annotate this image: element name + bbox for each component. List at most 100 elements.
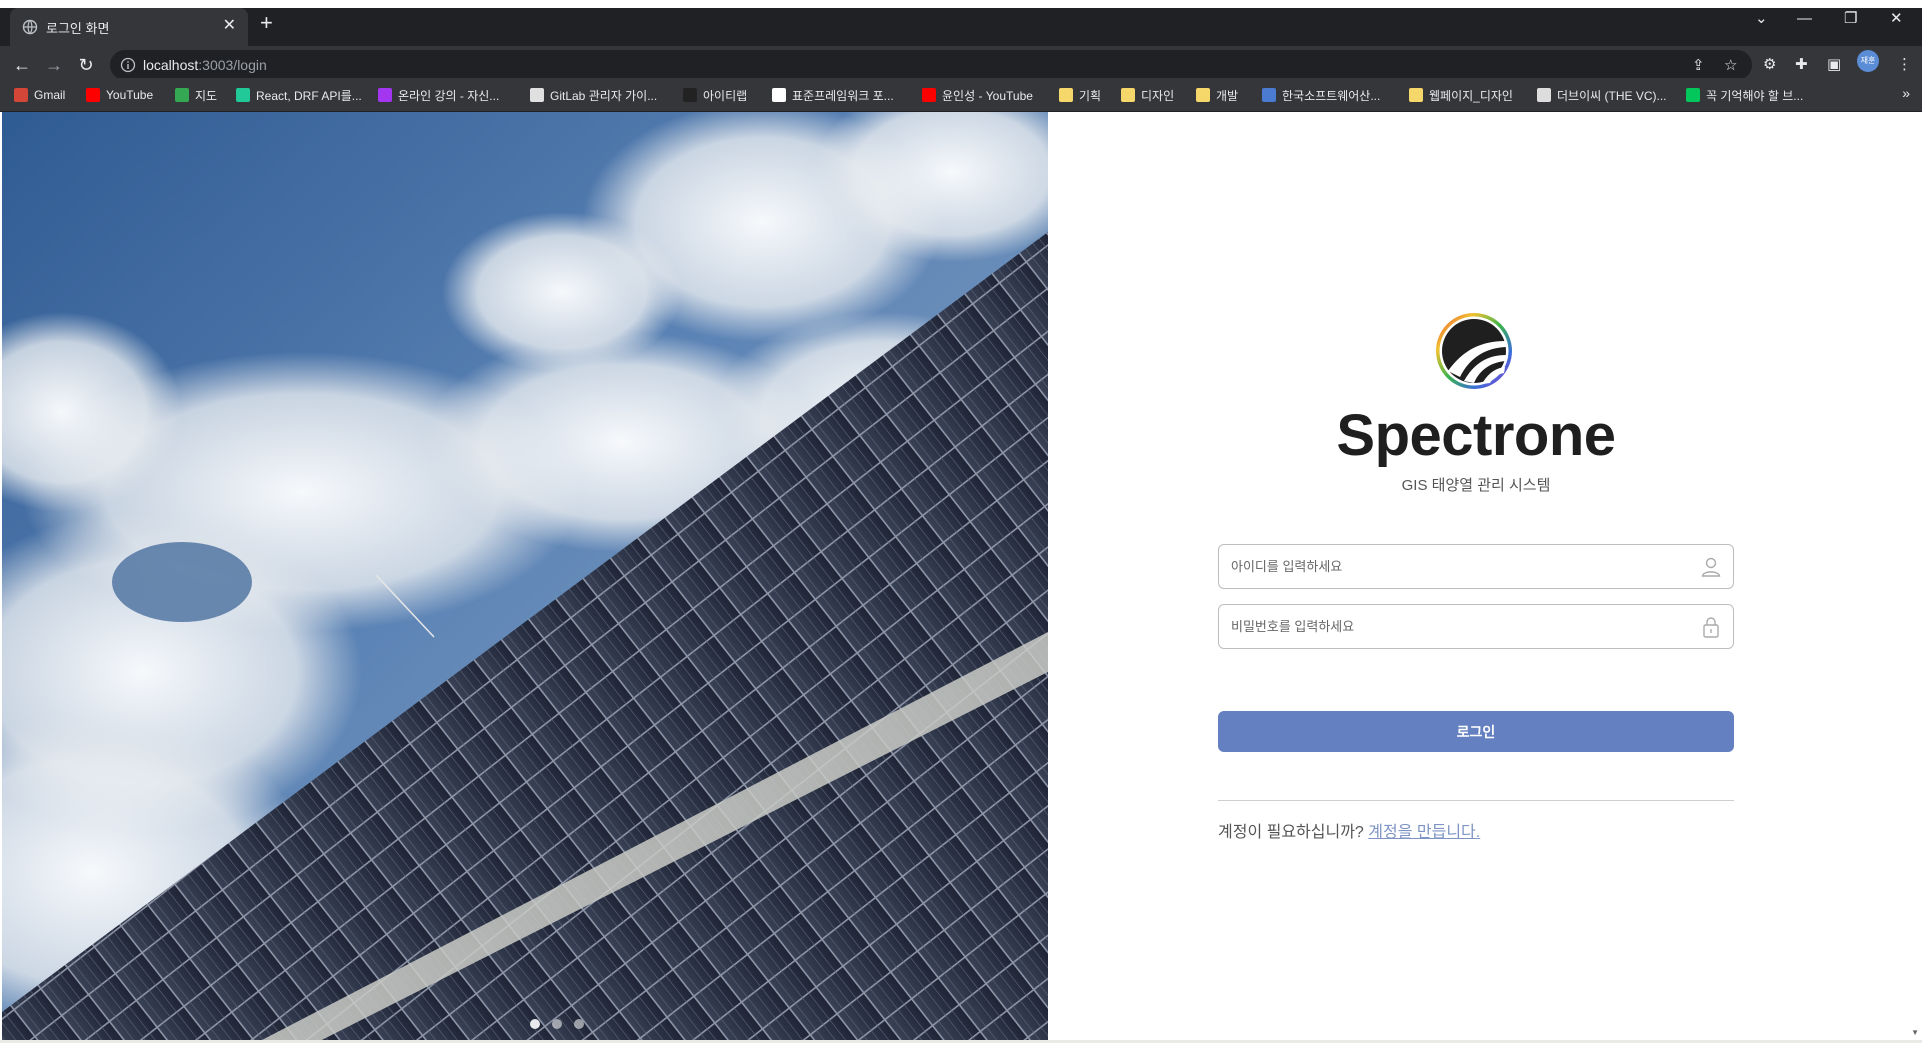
extensions-puzzle-icon[interactable]: ✚ — [1795, 56, 1808, 74]
bookmark-item[interactable]: 지도 — [175, 87, 217, 103]
side-panel-icon[interactable]: ▣ — [1827, 56, 1841, 74]
bookmark-item[interactable]: 웹페이지_디자인 — [1409, 87, 1513, 103]
tab-title: 로그인 화면 — [46, 21, 110, 36]
bookmark-item[interactable]: 꼭 기억해야 할 브... — [1686, 87, 1803, 103]
bookmark-label: 표준프레임워크 포... — [792, 88, 894, 103]
brand-subtitle: GIS 태양열 관리 시스템 — [1401, 477, 1551, 494]
tab-strip: 로그인 화면 ✕ + ⌄ — ❐ ✕ — [0, 0, 1922, 46]
bookmarks-more-icon[interactable]: » — [1902, 85, 1910, 101]
bookmark-label: 더브이씨 (THE VC)... — [1557, 88, 1667, 103]
bookmark-label: 디자인 — [1141, 88, 1175, 103]
bookmark-item[interactable]: 아이티랩 — [683, 87, 747, 103]
carousel-dot[interactable] — [552, 1019, 562, 1029]
password-field[interactable] — [1218, 604, 1734, 649]
bookmark-label: 기획 — [1079, 88, 1102, 103]
login-button[interactable]: 로그인 — [1218, 711, 1734, 752]
tab-close-icon[interactable]: ✕ — [223, 16, 236, 36]
hero-image-solar-panels — [2, 112, 1048, 1040]
carousel-dots — [530, 1019, 584, 1029]
password-input[interactable] — [1219, 605, 1679, 648]
velog-icon — [236, 88, 250, 102]
itlab-icon — [683, 88, 697, 102]
signup-prompt: 계정이 필요하십니까? 계정을 만듭니다. — [1218, 818, 1480, 842]
minimize-icon[interactable]: — — [1797, 10, 1812, 28]
address-bar[interactable]: localhost:3003/login ⇪ ☆ — [110, 50, 1752, 80]
carousel-dot[interactable] — [530, 1019, 540, 1029]
naver-icon — [1686, 88, 1700, 102]
youtube-icon — [922, 88, 936, 102]
tab-search-icon[interactable]: ⌄ — [1755, 10, 1768, 28]
share-icon[interactable]: ⇪ — [1692, 56, 1705, 74]
menu-kebab-icon[interactable]: ⋮ — [1897, 56, 1912, 74]
bookmark-label: 웹페이지_디자인 — [1429, 88, 1513, 103]
bookmark-item[interactable]: 개발 — [1196, 87, 1238, 103]
bookmark-label: GitLab 관리자 가이... — [550, 88, 658, 103]
bookmark-label: 한국소프트웨어산... — [1282, 88, 1381, 103]
bookmark-label: 온라인 강의 - 자신... — [398, 88, 500, 103]
bookmark-label: React, DRF API를... — [256, 88, 362, 103]
back-icon[interactable]: ← — [12, 55, 32, 75]
bookmark-item[interactable]: 윤인성 - YouTube — [922, 87, 1033, 103]
bookmark-item[interactable]: 더브이씨 (THE VC)... — [1537, 87, 1667, 103]
login-page: Spectrone GIS 태양열 관리 시스템 로그인 — [0, 112, 1922, 1043]
page-scrollbar[interactable]: ▼ — [1908, 112, 1922, 1043]
carousel-dot[interactable] — [574, 1019, 584, 1029]
login-form: Spectrone GIS 태양열 관리 시스템 로그인 — [1218, 112, 1734, 1040]
bookmark-label: 꼭 기억해야 할 브... — [1706, 88, 1804, 103]
folder-icon — [1059, 88, 1073, 102]
brand-title: Spectrone — [1336, 403, 1616, 468]
kosa-icon — [1262, 88, 1276, 102]
scroll-down-arrow-icon[interactable]: ▼ — [1911, 1028, 1919, 1037]
url-text: localhost:3003/login — [143, 57, 267, 73]
bookmark-star-icon[interactable]: ☆ — [1724, 56, 1737, 74]
page-icon — [530, 88, 544, 102]
bookmark-item[interactable]: 디자인 — [1121, 87, 1174, 103]
folder-icon — [1409, 88, 1423, 102]
username-input[interactable] — [1219, 545, 1679, 588]
spectrone-logo-icon — [1436, 313, 1512, 389]
username-field[interactable] — [1218, 544, 1734, 589]
restore-icon[interactable]: ❐ — [1844, 10, 1857, 28]
profile-avatar[interactable]: 재훈 — [1857, 50, 1879, 72]
egov-icon — [772, 88, 786, 102]
bookmark-item[interactable]: GitLab 관리자 가이... — [530, 87, 657, 103]
tab-login[interactable]: 로그인 화면 ✕ — [10, 8, 248, 46]
bookmark-item[interactable]: Gmail — [14, 87, 65, 103]
bookmark-item[interactable]: 한국소프트웨어산... — [1262, 87, 1380, 103]
user-icon — [1701, 557, 1721, 577]
bookmark-label: 아이티랩 — [703, 88, 748, 103]
bookmark-item[interactable]: 온라인 강의 - 자신... — [378, 87, 499, 103]
solar-panel-illustration — [2, 112, 1048, 1040]
divider — [1218, 800, 1734, 801]
window-top-border — [0, 0, 1922, 8]
url-host: localhost — [143, 57, 199, 73]
signup-link[interactable]: 계정을 만듭니다. — [1368, 824, 1480, 841]
lock-icon — [1703, 617, 1719, 638]
forward-icon[interactable]: → — [44, 55, 64, 75]
info-icon[interactable] — [120, 57, 136, 73]
bookmark-label: 지도 — [195, 88, 218, 103]
gmail-icon — [14, 88, 28, 102]
maps-icon — [175, 88, 189, 102]
bookmark-item[interactable]: 기획 — [1059, 87, 1101, 103]
extension-gear-icon[interactable]: ⚙ — [1763, 56, 1776, 74]
bookmark-label: 윤인성 - YouTube — [942, 88, 1033, 103]
globe-icon — [22, 19, 38, 35]
bookmark-label: Gmail — [34, 88, 66, 102]
folder-icon — [1121, 88, 1135, 102]
udemy-icon — [378, 88, 392, 102]
signup-prompt-text: 계정이 필요하십니까? — [1218, 824, 1364, 841]
youtube-icon — [86, 88, 100, 102]
reload-icon[interactable]: ↻ — [76, 55, 96, 75]
bookmark-label: YouTube — [106, 88, 154, 102]
close-window-icon[interactable]: ✕ — [1890, 10, 1903, 28]
new-tab-button[interactable]: + — [260, 12, 273, 34]
bookmark-item[interactable]: YouTube — [86, 87, 153, 103]
thevc-icon — [1537, 88, 1551, 102]
browser-window: 로그인 화면 ✕ + ⌄ — ❐ ✕ ← → ↻ localhost:3003/… — [0, 0, 1922, 1043]
bookmarks-bar: » Gmail YouTube 지도 React, DRF API를... 온라인 강의… — [0, 78, 1922, 112]
bookmark-item[interactable]: 표준프레임워크 포... — [772, 87, 894, 103]
bookmark-item[interactable]: React, DRF API를... — [236, 87, 362, 103]
bookmark-label: 개발 — [1216, 88, 1239, 103]
folder-icon — [1196, 88, 1210, 102]
